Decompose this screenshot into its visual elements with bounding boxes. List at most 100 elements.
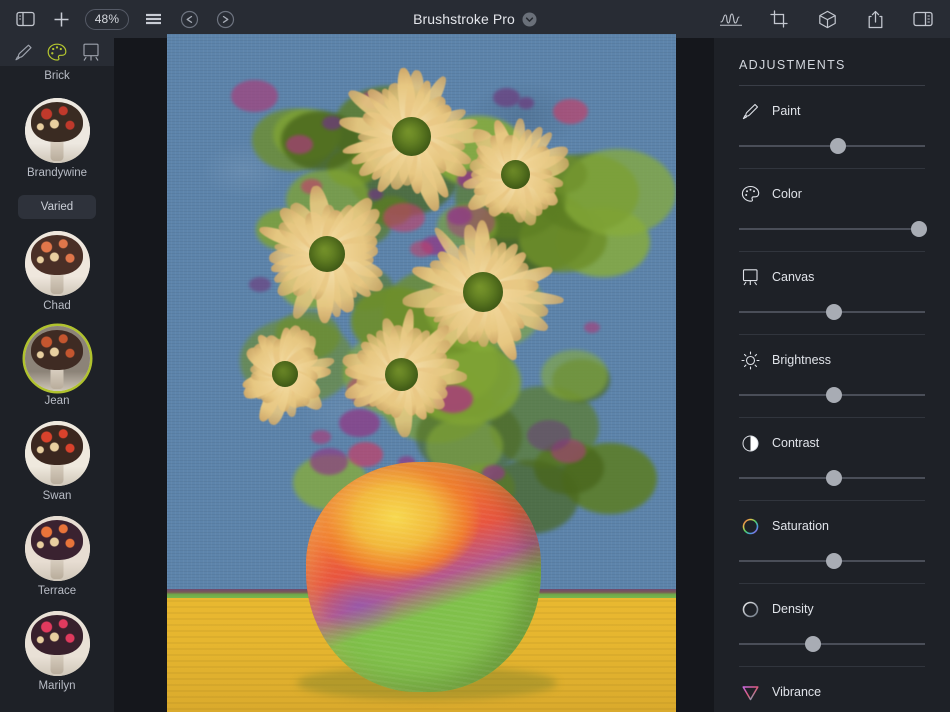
cube-button[interactable] bbox=[810, 4, 844, 34]
preset-thumbnail[interactable] bbox=[25, 516, 90, 581]
slider-knob[interactable] bbox=[826, 470, 842, 486]
adjustment-label: Saturation bbox=[772, 519, 829, 533]
adjustment-label: Contrast bbox=[772, 436, 819, 450]
adjustment-header: Vibrance bbox=[714, 681, 950, 703]
share-button[interactable] bbox=[858, 4, 892, 34]
adjustment-row: Brightness bbox=[714, 335, 950, 418]
slider-knob[interactable] bbox=[826, 387, 842, 403]
artwork-flower-center bbox=[385, 358, 418, 391]
list-item[interactable]: Chad bbox=[0, 223, 114, 318]
preset-label: Jean bbox=[45, 391, 70, 413]
adjustment-slider[interactable] bbox=[739, 220, 925, 238]
list-item[interactable]: Terrace bbox=[0, 508, 114, 603]
preset-thumbnail[interactable] bbox=[25, 421, 90, 486]
document-title: Brushstroke Pro bbox=[413, 11, 515, 27]
preset-thumbnail[interactable] bbox=[25, 231, 90, 296]
thumbnail-vase bbox=[51, 367, 64, 389]
artwork-accent bbox=[231, 80, 277, 112]
list-view-button[interactable] bbox=[136, 4, 170, 34]
add-button[interactable] bbox=[44, 4, 78, 34]
thumbnail-vase bbox=[51, 139, 64, 161]
thumbnail-bouquet bbox=[31, 520, 83, 560]
preset-label: Terrace bbox=[38, 581, 76, 603]
adjustment-slider[interactable] bbox=[739, 303, 925, 321]
panel-right-button[interactable] bbox=[906, 4, 940, 34]
palette-icon bbox=[740, 184, 761, 205]
adjustment-row: Color bbox=[714, 169, 950, 252]
slider-knob[interactable] bbox=[805, 636, 821, 652]
adjustment-slider[interactable] bbox=[739, 469, 925, 487]
preset-label: Brandywine bbox=[27, 163, 87, 185]
adjustment-row: Paint bbox=[714, 86, 950, 169]
artwork-image[interactable] bbox=[167, 34, 676, 712]
contrast-circle-icon bbox=[740, 433, 761, 454]
sidebar-toggle-button[interactable] bbox=[8, 4, 42, 34]
artwork-foliage bbox=[541, 350, 608, 401]
list-item[interactable]: Swan bbox=[0, 413, 114, 508]
easel-icon bbox=[81, 42, 101, 63]
artwork-accent bbox=[553, 99, 588, 124]
thumbnail-bouquet bbox=[31, 425, 83, 465]
crop-button[interactable] bbox=[762, 4, 796, 34]
signature-button[interactable] bbox=[714, 4, 748, 34]
sun-icon bbox=[739, 349, 761, 371]
slider-knob[interactable] bbox=[826, 553, 842, 569]
slider-knob[interactable] bbox=[826, 304, 842, 320]
artwork-flower-center bbox=[392, 117, 431, 156]
saturation-ring-icon bbox=[739, 515, 761, 537]
chevron-down-circle-icon[interactable] bbox=[522, 12, 537, 27]
signature-icon bbox=[719, 11, 743, 27]
preset-thumbnail[interactable] bbox=[25, 98, 90, 163]
adjustment-row: Contrast bbox=[714, 418, 950, 501]
artwork-accent bbox=[493, 88, 520, 107]
panel-left-icon bbox=[16, 11, 35, 27]
contrast-circle-icon bbox=[739, 432, 761, 454]
preset-label: Marilyn bbox=[38, 676, 75, 698]
adjustment-header: Color bbox=[714, 183, 950, 205]
artwork-accent bbox=[584, 322, 600, 333]
left-sidebar: Brick Brandywine Varied Chad JeanSwan Terrac… bbox=[0, 38, 114, 712]
adjustment-header: Canvas bbox=[714, 266, 950, 288]
preset-list[interactable]: Brandywine Varied Chad JeanSwan Terrace Maril… bbox=[0, 88, 114, 712]
thumbnail-vase bbox=[51, 272, 64, 294]
preset-thumbnail[interactable] bbox=[25, 611, 90, 676]
zoom-level-button[interactable]: 48% bbox=[85, 9, 129, 30]
varied-button[interactable]: Varied bbox=[18, 195, 96, 219]
adjustment-label: Vibrance bbox=[772, 685, 821, 699]
slider-track bbox=[739, 228, 925, 230]
artwork-accent bbox=[518, 97, 535, 109]
top-toolbar: 48% Brushs bbox=[0, 0, 950, 38]
slider-knob[interactable] bbox=[830, 138, 846, 154]
slider-track bbox=[739, 643, 925, 645]
adjustments-panel: ADJUSTMENTS Paint Color Canvas Brightness Co… bbox=[714, 38, 950, 712]
artwork-accent bbox=[383, 203, 425, 232]
brush-icon bbox=[739, 100, 761, 122]
preset-thumbnail[interactable] bbox=[25, 326, 90, 391]
adjustment-slider[interactable] bbox=[739, 137, 925, 155]
panel-title: ADJUSTMENTS bbox=[714, 38, 950, 85]
adjustment-label: Paint bbox=[772, 104, 801, 118]
artwork-flower-center bbox=[272, 361, 298, 387]
thumbnail-bouquet bbox=[31, 102, 83, 142]
artwork-accent bbox=[311, 430, 330, 444]
list-item[interactable]: Brandywine bbox=[0, 90, 114, 185]
sidebar-item-canvas[interactable] bbox=[76, 40, 106, 64]
list-item[interactable]: Jean bbox=[0, 318, 114, 413]
list-item[interactable]: Marilyn bbox=[0, 603, 114, 698]
adjustment-slider[interactable] bbox=[739, 635, 925, 653]
redo-button[interactable] bbox=[208, 4, 242, 34]
adjustment-slider[interactable] bbox=[739, 552, 925, 570]
artwork-flower-center bbox=[463, 272, 503, 312]
canvas-area[interactable] bbox=[114, 38, 714, 712]
sidebar-top-label: Brick bbox=[0, 66, 114, 88]
slider-knob[interactable] bbox=[911, 221, 927, 237]
undo-button[interactable] bbox=[172, 4, 206, 34]
adjustment-header: Paint bbox=[714, 100, 950, 122]
artwork-accent bbox=[339, 409, 379, 437]
sidebar-item-brush[interactable] bbox=[8, 40, 38, 64]
adjustment-header: Contrast bbox=[714, 432, 950, 454]
sidebar-item-palette[interactable] bbox=[42, 40, 72, 64]
adjustment-slider[interactable] bbox=[739, 386, 925, 404]
app-window: 48% Brushs bbox=[0, 0, 950, 712]
adjustment-row: Saturation bbox=[714, 501, 950, 584]
